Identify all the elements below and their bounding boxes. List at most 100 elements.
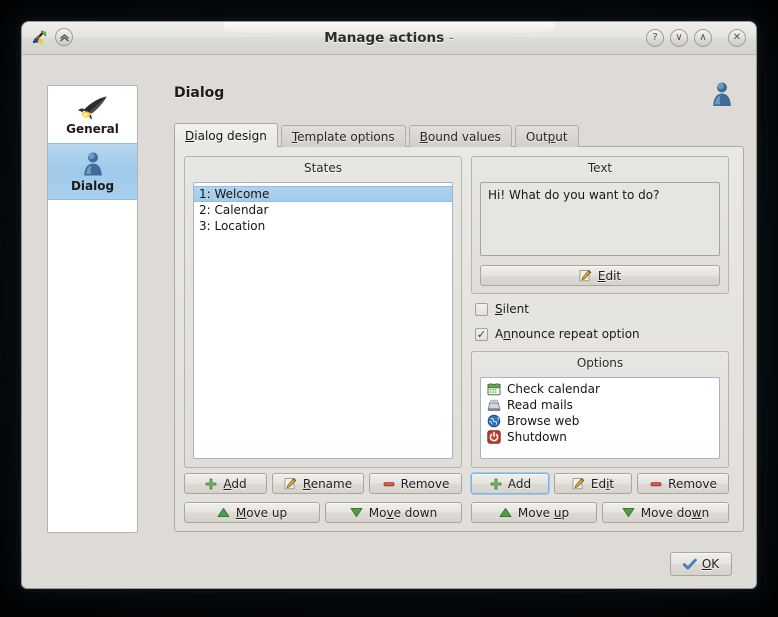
- option-label: Shutdown: [507, 430, 567, 444]
- minimize-button[interactable]: ∨: [670, 29, 688, 47]
- options-button-row-1: Add Edit Remove: [471, 473, 729, 494]
- text-value-box[interactable]: Hi! What do you want to do?: [480, 182, 720, 256]
- tab-output[interactable]: Output: [514, 125, 579, 147]
- list-item[interactable]: 3: Location: [194, 218, 452, 234]
- btn-accel: v: [386, 505, 394, 520]
- help-icon: ?: [652, 32, 658, 43]
- tab-dialog-design[interactable]: Dialog design: [174, 123, 278, 147]
- window-title-text: Manage actions: [324, 30, 445, 46]
- silent-checkbox[interactable]: [475, 302, 488, 316]
- power-icon: [486, 430, 501, 445]
- arrow-up-icon: [499, 506, 513, 520]
- ok-button[interactable]: OK: [670, 552, 732, 576]
- calendar-icon: [486, 382, 501, 397]
- text-edit-button[interactable]: Edit: [480, 265, 720, 286]
- state-label: 1: Welcome: [199, 187, 270, 201]
- options-listbox[interactable]: Check calendar Read mails Browse web Shu…: [480, 377, 720, 459]
- maximize-button[interactable]: ∧: [694, 29, 712, 47]
- list-item[interactable]: Shutdown: [481, 429, 719, 445]
- simon-app-icon: [32, 30, 47, 44]
- options-button-row-2: Move up Move down: [471, 502, 729, 523]
- options-edit-button[interactable]: Edit: [554, 473, 632, 494]
- pencil-icon: [579, 269, 593, 283]
- checkmark-icon: [682, 557, 697, 571]
- chk-accel: S: [495, 302, 503, 316]
- list-item[interactable]: Read mails: [481, 397, 719, 413]
- state-label: 2: Calendar: [199, 203, 269, 217]
- mail-icon: [486, 398, 501, 413]
- tab-label-head: Out: [525, 129, 548, 144]
- btn-accel: R: [302, 476, 311, 491]
- tab-bound-values[interactable]: Bound values: [408, 125, 512, 147]
- pencil-icon: [572, 477, 586, 491]
- shade-icon[interactable]: [55, 28, 73, 46]
- options-move-down-button[interactable]: Move down: [602, 502, 729, 523]
- states-group-title: States: [303, 161, 342, 175]
- state-label: 3: Location: [199, 219, 266, 233]
- options-remove-button[interactable]: Remove: [637, 473, 729, 494]
- options-group-title: Options: [576, 356, 624, 370]
- btn-label: Remove: [400, 476, 450, 491]
- page-title: Dialog: [174, 85, 225, 101]
- btn-accel: O: [701, 557, 712, 571]
- screen: Manage actions - ? ∨ ∧ ✕ General Dialog …: [0, 0, 778, 617]
- option-label: Check calendar: [507, 382, 600, 396]
- list-item[interactable]: 1: Welcome: [194, 186, 452, 202]
- announce-repeat-checkbox[interactable]: ✓: [475, 327, 488, 341]
- states-listbox[interactable]: 1: Welcome 2: Calendar 3: Location: [193, 182, 453, 459]
- arrow-down-icon: [622, 506, 636, 520]
- tab-label-rest: ialog design: [194, 128, 267, 143]
- list-item[interactable]: Browse web: [481, 413, 719, 429]
- states-remove-button[interactable]: Remove: [369, 473, 462, 494]
- option-label: Read mails: [507, 398, 573, 412]
- window-title-suffix: -: [448, 30, 454, 46]
- tab-label-rest: ut: [555, 129, 568, 144]
- text-group: Text Hi! What do you want to do? Edit: [471, 156, 729, 294]
- window-controls: ? ∨ ∧ ✕: [646, 29, 746, 47]
- silent-checkbox-row[interactable]: Silent: [475, 302, 529, 316]
- chk-accel: n: [503, 327, 511, 341]
- states-move-up-button[interactable]: Move up: [184, 502, 320, 523]
- arrow-down-icon: [350, 506, 364, 520]
- plus-icon: [204, 477, 218, 491]
- sidebar-item-dialog[interactable]: Dialog: [48, 143, 137, 200]
- checkmark-icon: ✓: [476, 327, 487, 341]
- states-group: States 1: Welcome 2: Calendar 3: Locatio…: [184, 156, 462, 468]
- close-icon: ✕: [732, 32, 742, 43]
- tab-accel: B: [419, 129, 428, 144]
- options-move-up-button[interactable]: Move up: [471, 502, 597, 523]
- user-icon: [81, 150, 105, 178]
- tab-template-options[interactable]: Template options: [280, 125, 406, 147]
- sidebar-item-label: Dialog: [70, 179, 115, 193]
- option-label: Browse web: [507, 414, 580, 428]
- btn-accel: M: [235, 505, 247, 520]
- sidebar-item-label: General: [66, 122, 119, 136]
- list-item[interactable]: Check calendar: [481, 381, 719, 397]
- arrow-up-icon: [217, 506, 231, 520]
- tab-bar: Dialog design Template options Bound val…: [174, 123, 579, 147]
- tab-label-rest: ound values: [427, 129, 501, 144]
- list-item[interactable]: 2: Calendar: [194, 202, 452, 218]
- states-rename-button[interactable]: Rename: [272, 473, 364, 494]
- states-add-button[interactable]: Add: [184, 473, 267, 494]
- close-button[interactable]: ✕: [728, 29, 746, 47]
- title-bar[interactable]: Manage actions - ? ∨ ∧ ✕: [22, 22, 756, 55]
- text-value: Hi! What do you want to do?: [488, 188, 660, 202]
- states-move-down-button[interactable]: Move down: [325, 502, 462, 523]
- pencil-icon: [284, 477, 298, 491]
- tab-label-rest: emplate options: [297, 129, 395, 144]
- sidebar: General Dialog: [47, 85, 138, 533]
- options-add-button[interactable]: Add: [471, 473, 549, 494]
- tab-panel-dialog-design: States 1: Welcome 2: Calendar 3: Locatio…: [174, 146, 744, 532]
- announce-repeat-checkbox-row[interactable]: ✓ Announce repeat option: [475, 327, 640, 341]
- title-bar-left-controls: [31, 28, 73, 46]
- states-button-row-2: Move up Move down: [184, 502, 462, 523]
- btn-label: Remove: [668, 476, 717, 491]
- plus-icon: [489, 477, 503, 491]
- sidebar-item-general[interactable]: General: [48, 86, 137, 143]
- text-group-title: Text: [587, 161, 613, 175]
- help-button[interactable]: ?: [646, 29, 664, 47]
- chevron-down-icon: ∨: [675, 32, 683, 43]
- tab-accel: D: [185, 128, 195, 143]
- footer-button-bar: OK: [670, 552, 732, 576]
